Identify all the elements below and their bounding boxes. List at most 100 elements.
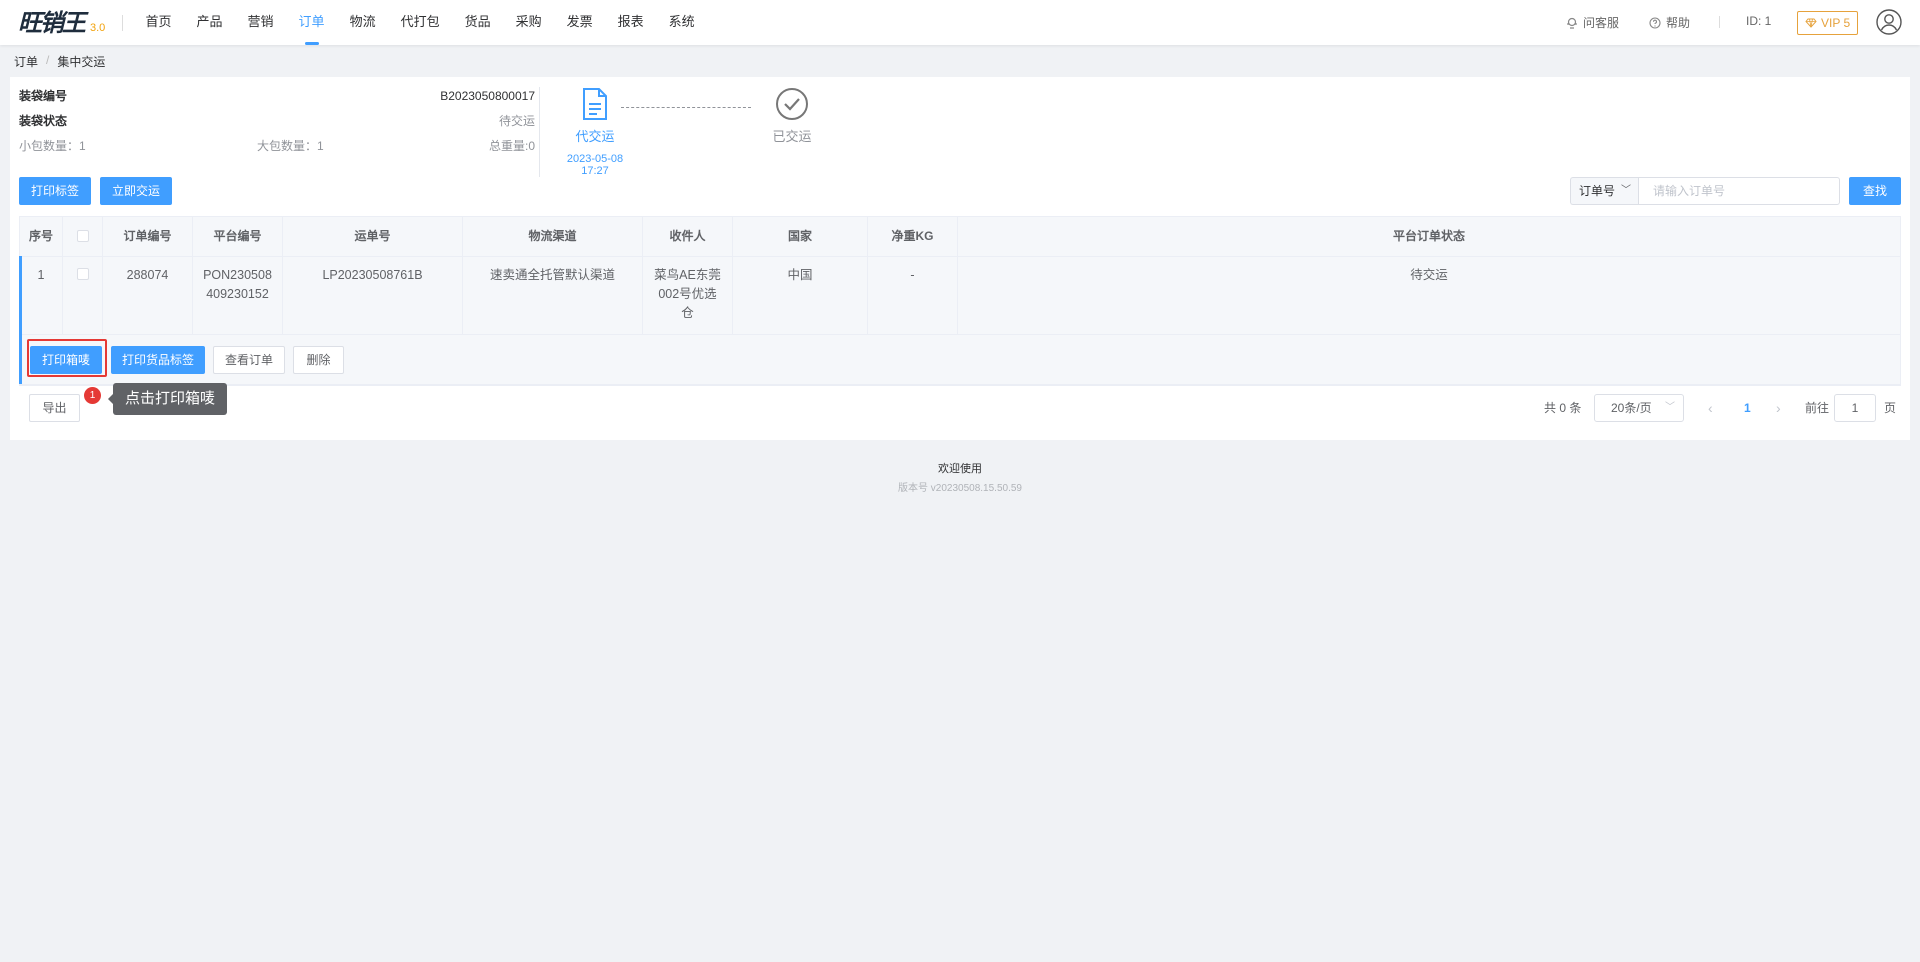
diamond-icon	[1805, 18, 1817, 28]
bag-status-label: 装袋状态	[19, 114, 68, 128]
page-size-select[interactable]: 20条/页 ﹀	[1594, 394, 1684, 422]
menu-item-home[interactable]: 首页	[133, 0, 184, 45]
print-label-button[interactable]: 打印标签	[19, 177, 91, 205]
page-unit: 页	[1884, 401, 1897, 415]
orders-table: 序号 订单编号 平台编号 运单号 物流渠道 收件人 国家 净重KG 平台订单状态…	[19, 216, 1901, 386]
check-circle-icon	[776, 88, 808, 120]
cell-order-no: 288074	[103, 257, 193, 334]
search-field-value: 订单号	[1579, 184, 1616, 198]
chevron-down-icon: ﹀	[1665, 402, 1675, 413]
cell-platform-no: PON230508 409230152	[193, 257, 283, 334]
step-shipped: 已交运	[757, 87, 827, 145]
recipient-line: 菜鸟AE东莞	[654, 268, 721, 282]
step-date: 2023-05-08	[566, 153, 624, 165]
bag-status-value: 待交运	[498, 114, 535, 128]
vip-badge[interactable]: VIP 5	[1797, 11, 1859, 35]
current-page[interactable]: 1	[1744, 394, 1751, 422]
breadcrumb: 订单 / 集中交运	[14, 53, 105, 70]
col-select	[63, 217, 103, 256]
step-title: 代交运	[575, 129, 615, 144]
user-avatar-icon[interactable]	[1876, 9, 1902, 35]
breadcrumb-orders[interactable]: 订单	[14, 53, 38, 70]
cell-channel: 速卖通全托管默认渠道	[463, 257, 643, 334]
question-circle-icon	[1649, 16, 1661, 29]
bag-number-value: B2023050800017	[440, 89, 535, 103]
export-button[interactable]: 导出	[29, 394, 80, 422]
help-label: 帮助	[1666, 16, 1691, 30]
menu-item-marketing[interactable]: 营销	[235, 0, 286, 45]
small-package-count: 小包数量：1	[19, 139, 86, 153]
step-pending-ship: 代交运 2023-05-08 17:27	[555, 87, 635, 177]
row-checkbox[interactable]	[76, 268, 89, 281]
bag-info: 装袋编号 B2023050800017 装袋状态 待交运 小包数量：1 大包数量…	[19, 85, 535, 160]
help-link[interactable]: 帮助	[1649, 14, 1690, 31]
col-order-no: 订单编号	[103, 217, 193, 256]
menu-item-orders[interactable]: 订单	[286, 0, 337, 45]
menu-item-invoice[interactable]: 发票	[554, 0, 605, 45]
search-button[interactable]: 查找	[1849, 177, 1901, 205]
step-connector	[621, 107, 751, 108]
col-platform-no: 平台编号	[193, 217, 283, 256]
menu-item-system[interactable]: 系统	[656, 0, 707, 45]
platform-no-line: 409230152	[206, 287, 269, 301]
order-number-search-input[interactable]	[1638, 177, 1840, 205]
step-time: 17:27	[581, 165, 609, 177]
print-goods-label-button[interactable]: 打印货品标签	[111, 346, 205, 374]
logo-text: 旺销王	[18, 8, 86, 37]
app-logo[interactable]: 旺销王 3.0	[18, 8, 105, 36]
col-recipient: 收件人	[643, 217, 733, 256]
prev-page-icon[interactable]: ‹	[1708, 394, 1713, 422]
highlight-box	[27, 339, 107, 377]
customer-service-label: 问客服	[1583, 16, 1620, 30]
menu-item-packing[interactable]: 代打包	[388, 0, 452, 45]
menu-item-products[interactable]: 产品	[184, 0, 235, 45]
document-icon	[583, 88, 607, 120]
menu-item-goods[interactable]: 货品	[452, 0, 503, 45]
breadcrumb-current: 集中交运	[57, 55, 106, 69]
col-channel: 物流渠道	[463, 217, 643, 256]
step-badge: 1	[84, 387, 101, 404]
table-header: 序号 订单编号 平台编号 运单号 物流渠道 收件人 国家 净重KG 平台订单状态	[20, 217, 1900, 257]
ship-now-button[interactable]: 立即交运	[100, 177, 172, 205]
cell-country: 中国	[733, 257, 868, 334]
chevron-down-icon: ﹀	[1621, 185, 1631, 196]
user-id: ID: 1	[1746, 14, 1772, 28]
main-menu: 首页 产品 营销 订单 物流 代打包 货品 采购 发票 报表 系统	[133, 0, 707, 45]
recipient-line: 002号优选	[658, 287, 717, 301]
select-all-checkbox[interactable]	[76, 229, 89, 242]
vip-label: VIP 5	[1821, 16, 1851, 30]
headset-icon	[1567, 17, 1577, 29]
search-field-select[interactable]: 订单号 ﹀	[1570, 177, 1638, 205]
menu-item-reports[interactable]: 报表	[605, 0, 656, 45]
menu-item-purchase[interactable]: 采购	[503, 0, 554, 45]
footer-version: 版本号 v20230508.15.50.59	[898, 483, 1022, 494]
logo-divider	[122, 15, 123, 31]
customer-service-link[interactable]: 问客服	[1566, 14, 1619, 31]
cell-platform-status: 待交运	[1410, 268, 1448, 282]
next-page-icon[interactable]: ›	[1776, 394, 1781, 422]
platform-no-line: PON230508	[203, 268, 272, 282]
large-package-count: 大包数量：1	[257, 139, 324, 153]
delete-button[interactable]: 删除	[293, 346, 344, 374]
pager-total: 共 0 条	[1544, 401, 1582, 415]
table-row[interactable]: 1 288074 PON230508 409230152 LP202305087…	[20, 257, 1900, 335]
bag-detail-card: 装袋编号 B2023050800017 装袋状态 待交运 小包数量：1 大包数量…	[10, 77, 1910, 440]
guide-tooltip: 点击打印箱唛	[108, 383, 227, 415]
cell-tracking-no: LP20230508761B	[283, 257, 463, 334]
menu-item-logistics[interactable]: 物流	[337, 0, 388, 45]
row-actions: 打印箱唛 打印货品标签 查看订单 删除	[20, 335, 1900, 385]
view-order-button[interactable]: 查看订单	[213, 346, 285, 374]
breadcrumb-separator: /	[46, 53, 50, 67]
top-nav: 旺销王 3.0 首页 产品 营销 订单 物流 代打包 货品 采购 发票 报表 系…	[0, 0, 1920, 45]
info-divider	[539, 87, 540, 177]
col-country: 国家	[733, 217, 868, 256]
logo-version: 3.0	[90, 22, 106, 34]
total-weight: 总重量:0	[488, 139, 535, 153]
row-selected-marker	[19, 256, 22, 384]
cell-recipient: 菜鸟AE东莞 002号优选 仓	[643, 257, 733, 334]
cell-weight: -	[868, 257, 958, 334]
cell-select	[63, 257, 103, 334]
goto-page-input[interactable]: 1	[1834, 394, 1876, 422]
col-index: 序号	[20, 217, 63, 256]
cell-index: 1	[20, 257, 63, 334]
